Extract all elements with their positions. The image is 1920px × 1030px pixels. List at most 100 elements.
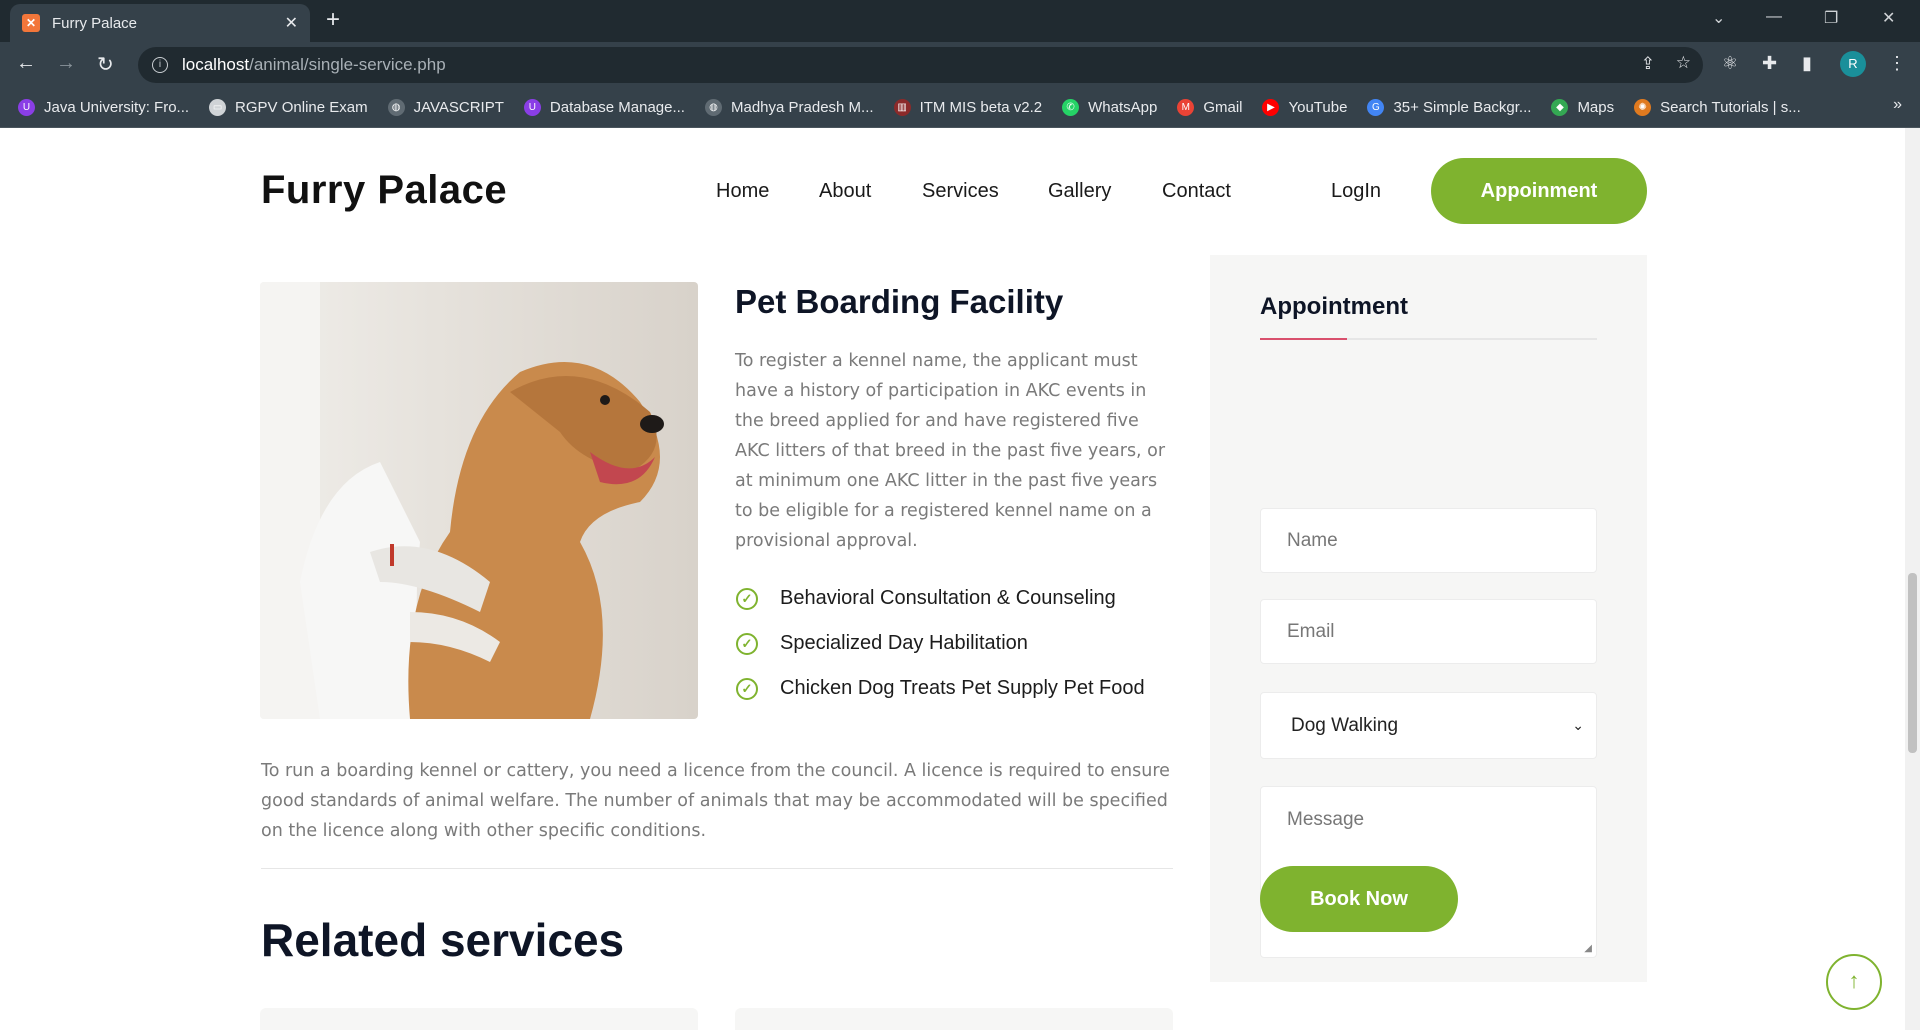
service-select-value: Dog Walking xyxy=(1291,714,1399,736)
feature-item: ✓ Behavioral Consultation & Counseling xyxy=(735,576,1145,621)
appointment-form-panel: Appointment Name Email Dog Walking ⌄ Mes… xyxy=(1210,255,1647,982)
tab-search-icon[interactable]: ⌄ xyxy=(1712,8,1725,28)
feature-label: Specialized Day Habilitation xyxy=(780,632,1028,654)
new-tab-icon[interactable]: + xyxy=(326,6,340,34)
message-placeholder: Message xyxy=(1287,809,1365,830)
tutorials-icon: ✺ xyxy=(1634,99,1652,116)
restore-icon[interactable]: ❐ xyxy=(1824,8,1838,28)
share-icon[interactable]: ⇪ xyxy=(1641,54,1655,74)
monitor-icon: ▭ xyxy=(209,99,227,116)
whatsapp-icon: ✆ xyxy=(1062,99,1080,116)
heading-underline xyxy=(1260,338,1597,340)
service-select[interactable]: Dog Walking ⌄ xyxy=(1260,692,1597,759)
bookmark-item[interactable]: ✆ WhatsApp xyxy=(1062,99,1157,116)
scrollbar-thumb[interactable] xyxy=(1908,573,1917,753)
bookmark-label: Gmail xyxy=(1203,99,1243,116)
check-circle-icon: ✓ xyxy=(736,632,758,655)
bookmark-item[interactable]: ▭ RGPV Online Exam xyxy=(209,99,368,116)
extensions-icon[interactable]: ✚ xyxy=(1762,53,1777,74)
bookmark-label: WhatsApp xyxy=(1088,99,1158,116)
address-bar[interactable]: i localhost/animal/single-service.php ⇪ … xyxy=(138,47,1703,83)
web-page: Furry Palace Home About Services Gallery… xyxy=(0,128,1905,1030)
page-scrollbar[interactable] xyxy=(1905,128,1920,1030)
google-icon: G xyxy=(1367,99,1385,116)
bookmark-item[interactable]: M Gmail xyxy=(1177,99,1242,116)
site-logo[interactable]: Furry Palace xyxy=(261,168,507,213)
university-icon: U xyxy=(523,99,541,116)
related-service-card[interactable] xyxy=(260,1008,698,1030)
feature-list: ✓ Behavioral Consultation & Counseling ✓ S… xyxy=(735,576,1145,711)
bookmark-item[interactable]: ▶ YouTube xyxy=(1262,99,1347,116)
bookmark-label: JAVASCRIPT xyxy=(413,99,504,116)
divider xyxy=(261,868,1173,869)
bookmark-label: Java University: Fro... xyxy=(44,99,190,116)
chevron-down-icon: ⌄ xyxy=(1572,717,1584,733)
maps-icon: ◆ xyxy=(1551,99,1569,116)
globe-icon: ◍ xyxy=(387,99,405,116)
url-path: /animal/single-service.php xyxy=(249,55,446,74)
scroll-to-top-button[interactable]: ↑ xyxy=(1826,954,1882,1010)
appointment-heading: Appointment xyxy=(1260,293,1408,320)
book-now-button[interactable]: Book Now xyxy=(1260,866,1458,932)
bookmark-label: Database Manage... xyxy=(549,99,685,116)
related-services-heading: Related services xyxy=(261,914,625,966)
name-input[interactable]: Name xyxy=(1260,508,1597,573)
nav-services[interactable]: Services xyxy=(922,180,999,203)
check-circle-icon: ✓ xyxy=(736,677,758,700)
browser-tab-strip: ✕ Furry Palace ✕ + ⌄ — ❐ ✕ xyxy=(0,0,1920,42)
bookmark-label: RGPV Online Exam xyxy=(235,99,368,116)
more-bookmarks-icon[interactable]: » xyxy=(1893,96,1902,114)
feature-item: ✓ Chicken Dog Treats Pet Supply Pet Food xyxy=(735,666,1145,711)
resize-handle-icon[interactable]: ◢ xyxy=(1584,943,1592,954)
service-title: Pet Boarding Facility xyxy=(735,283,1064,320)
close-tab-icon[interactable]: ✕ xyxy=(285,13,298,33)
profile-avatar[interactable]: R xyxy=(1840,51,1866,77)
bookmark-item[interactable]: ✺ Search Tutorials | s... xyxy=(1634,99,1801,116)
email-input[interactable]: Email xyxy=(1260,599,1597,664)
bookmark-item[interactable]: G 35+ Simple Backgr... xyxy=(1367,99,1531,116)
bookmark-item[interactable]: ◍ JAVASCRIPT xyxy=(387,99,504,116)
nav-gallery[interactable]: Gallery xyxy=(1048,180,1111,203)
bookmark-label: Search Tutorials | s... xyxy=(1660,99,1801,116)
bookmark-item[interactable]: ◍ Madhya Pradesh M... xyxy=(704,99,874,116)
arrow-up-icon: ↑ xyxy=(1848,968,1860,993)
back-icon[interactable]: ← xyxy=(16,52,36,75)
close-window-icon[interactable]: ✕ xyxy=(1882,8,1895,28)
bookmark-label: Madhya Pradesh M... xyxy=(730,99,874,116)
react-devtools-icon[interactable]: ⚛ xyxy=(1722,53,1738,74)
bookmark-item[interactable]: ▥ ITM MIS beta v2.2 xyxy=(893,99,1043,116)
nav-home[interactable]: Home xyxy=(716,180,769,203)
reload-icon[interactable]: ↻ xyxy=(97,52,114,77)
nav-about[interactable]: About xyxy=(819,180,871,203)
tab-title: Furry Palace xyxy=(52,14,138,32)
feature-label: Chicken Dog Treats Pet Supply Pet Food xyxy=(780,677,1145,699)
feature-label: Behavioral Consultation & Counseling xyxy=(780,587,1116,609)
minimize-icon[interactable]: — xyxy=(1766,8,1782,26)
bookmark-item[interactable]: U Database Manage... xyxy=(523,99,685,116)
bookmark-star-icon[interactable]: ☆ xyxy=(1676,53,1691,73)
xampp-favicon-icon: ✕ xyxy=(22,14,40,32)
bookmark-item[interactable]: U Java University: Fro... xyxy=(18,99,189,116)
browser-toolbar: ← → ↻ i localhost/animal/single-service.… xyxy=(0,42,1920,88)
bookmark-label: ITM MIS beta v2.2 xyxy=(919,99,1043,116)
nav-login[interactable]: LogIn xyxy=(1331,180,1381,203)
appointment-button[interactable]: Appoinment xyxy=(1431,158,1647,224)
nav-contact[interactable]: Contact xyxy=(1162,180,1231,203)
related-service-card[interactable] xyxy=(735,1008,1173,1030)
side-panel-icon[interactable]: ▮ xyxy=(1802,53,1812,74)
feature-item: ✓ Specialized Day Habilitation xyxy=(735,621,1145,666)
site-info-icon[interactable]: i xyxy=(152,57,168,73)
bookmark-item[interactable]: ◆ Maps xyxy=(1551,99,1614,116)
gmail-icon: M xyxy=(1177,99,1195,116)
itm-icon: ▥ xyxy=(893,99,911,116)
youtube-icon: ▶ xyxy=(1262,99,1280,116)
forward-icon[interactable]: → xyxy=(56,52,76,75)
bookmarks-bar: U Java University: Fro... ▭ RGPV Online Exa… xyxy=(0,88,1920,128)
university-icon: U xyxy=(18,99,35,116)
browser-tab[interactable]: ✕ Furry Palace ✕ xyxy=(10,4,310,42)
check-circle-icon: ✓ xyxy=(736,587,758,610)
service-description: To register a kennel name, the applicant… xyxy=(735,351,1166,551)
menu-icon[interactable]: ⋮ xyxy=(1888,53,1906,74)
bookmark-label: Maps xyxy=(1577,99,1615,116)
bookmark-label: YouTube xyxy=(1288,99,1348,116)
